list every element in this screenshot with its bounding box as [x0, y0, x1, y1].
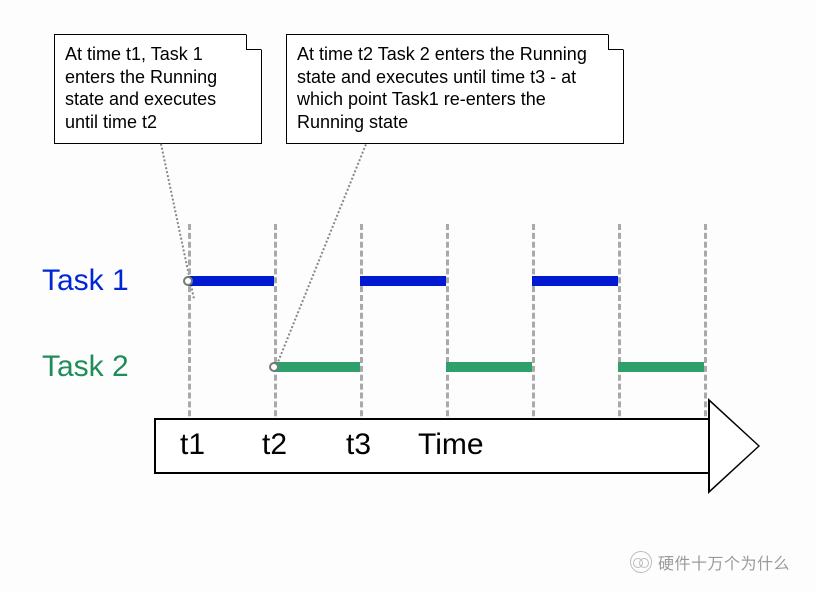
- anchor-dot: [183, 276, 193, 286]
- watermark: 硬件十万个为什么: [630, 550, 790, 574]
- anchor-dot: [269, 362, 279, 372]
- arrowhead-icon: [708, 398, 760, 494]
- callout-text: At time t2 Task 2 enters the Running sta…: [297, 44, 587, 132]
- callout-t1: At time t1, Task 1 enters the Running st…: [54, 34, 262, 144]
- gridline: [274, 224, 277, 434]
- task2-segment: [618, 362, 704, 372]
- gridline: [360, 224, 363, 434]
- gridline: [188, 224, 191, 434]
- task2-label: Task 2: [42, 350, 129, 384]
- tick-t2: t2: [262, 428, 287, 462]
- watermark-text: 硬件十万个为什么: [658, 550, 790, 574]
- note-fold-icon: [608, 34, 624, 50]
- gridline: [704, 224, 707, 434]
- task1-segment: [188, 276, 274, 286]
- gridline: [618, 224, 621, 434]
- axis-label-time: Time: [418, 428, 484, 462]
- callout-t2: At time t2 Task 2 enters the Running sta…: [286, 34, 624, 144]
- leader-line: [276, 144, 367, 365]
- task1-segment: [360, 276, 446, 286]
- note-fold-icon: [246, 34, 262, 50]
- gridline: [532, 224, 535, 434]
- wechat-icon: [630, 551, 652, 573]
- task1-segment: [532, 276, 618, 286]
- task2-segment: [446, 362, 532, 372]
- callout-text: At time t1, Task 1 enters the Running st…: [65, 44, 217, 132]
- task2-segment: [274, 362, 360, 372]
- gridline: [446, 224, 449, 434]
- tick-t1: t1: [180, 428, 205, 462]
- tick-t3: t3: [346, 428, 371, 462]
- task1-label: Task 1: [42, 264, 129, 298]
- diagram-canvas: At time t1, Task 1 enters the Running st…: [0, 0, 816, 592]
